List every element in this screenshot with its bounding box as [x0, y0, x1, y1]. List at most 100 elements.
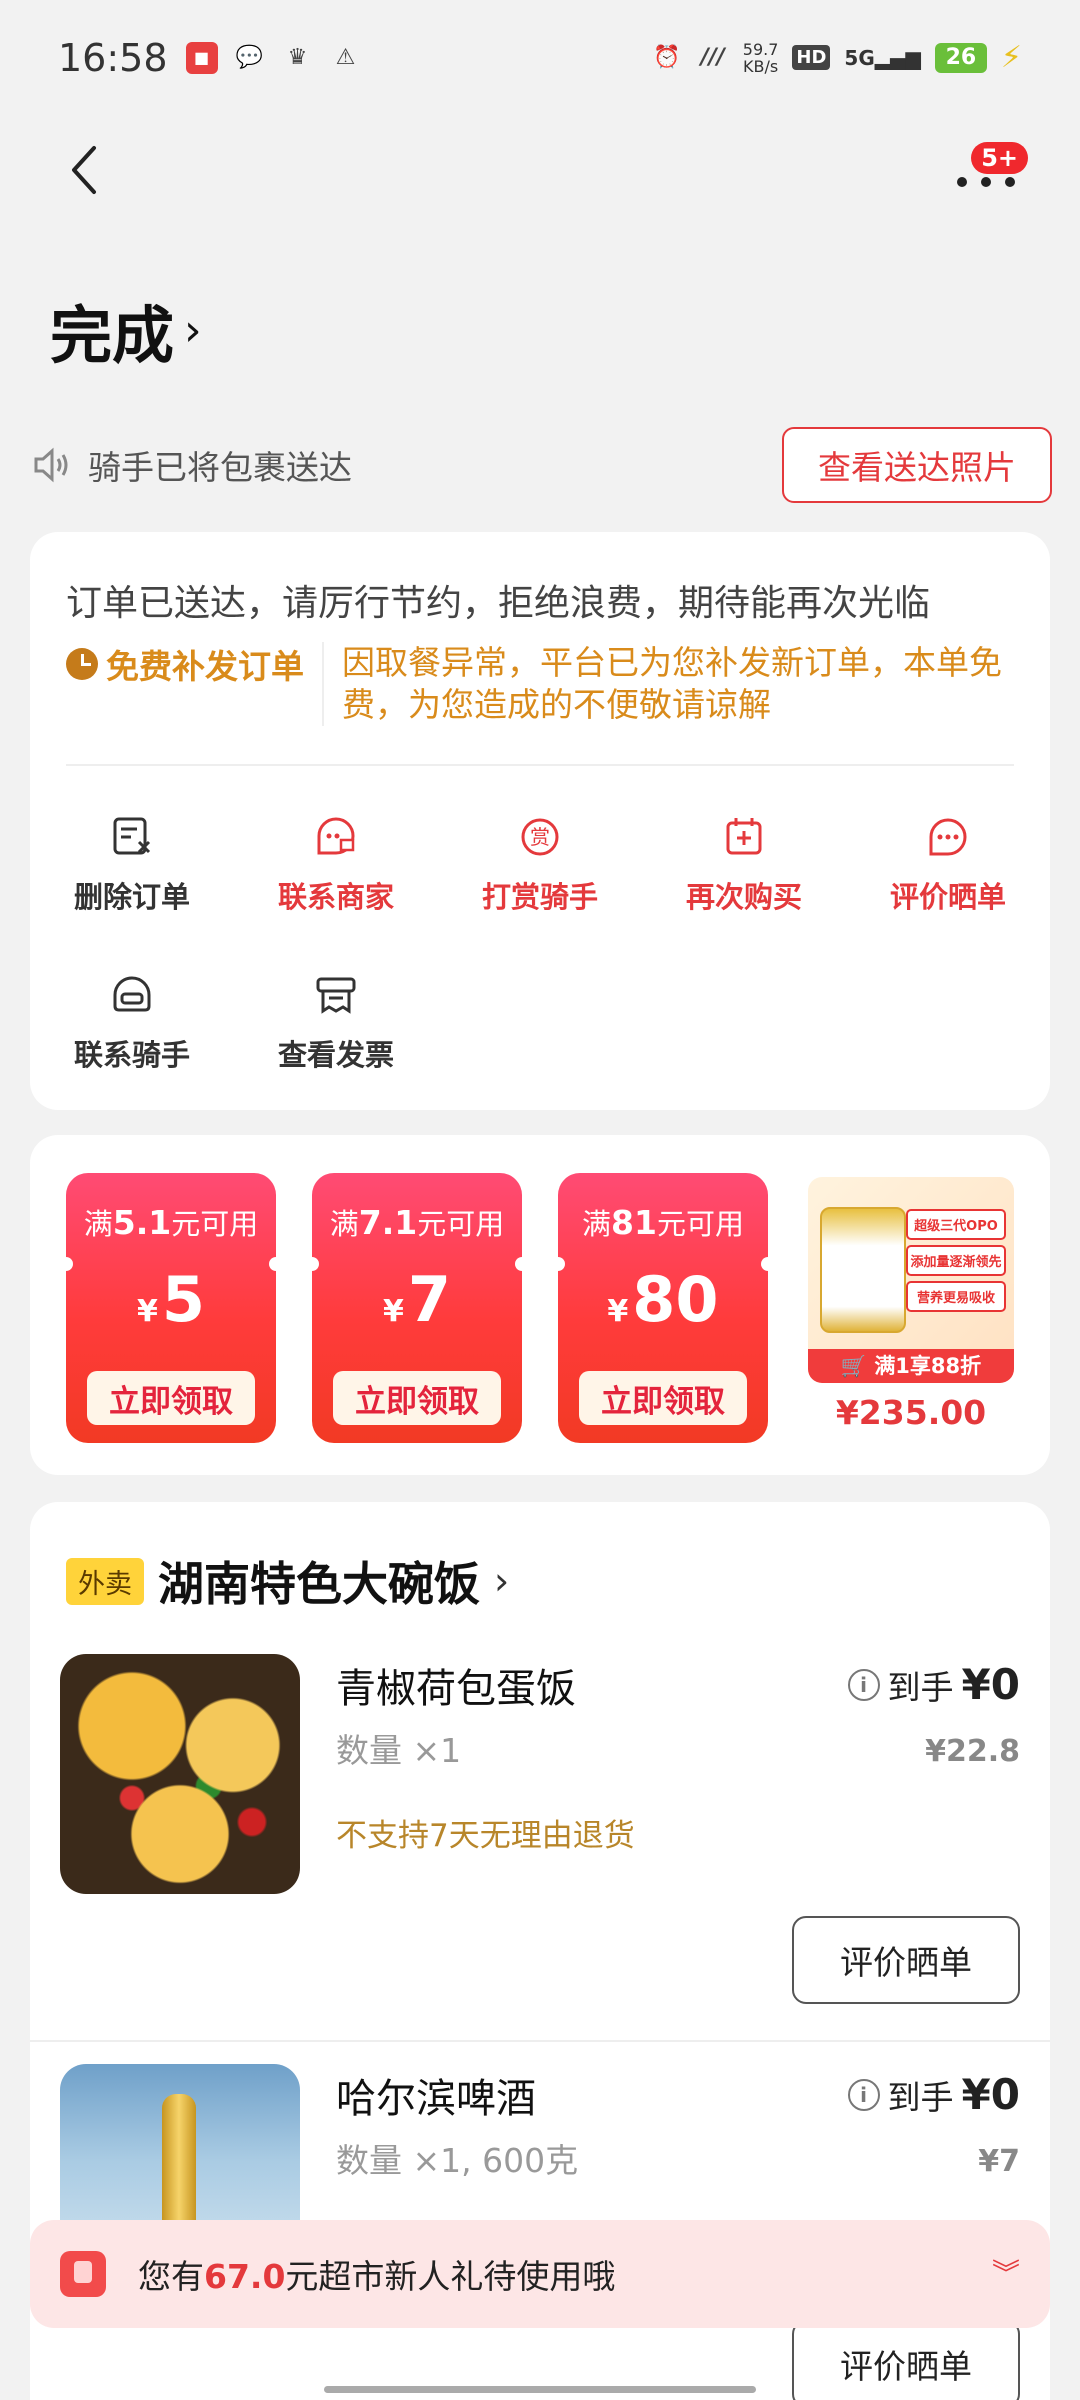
cart-icon: 🛒: [840, 1354, 867, 1378]
action-label: 打赏骑手: [481, 880, 598, 914]
order-info-card: 订单已送达，请厉行节约，拒绝浪费，期待能再次光临 免费补发订单 因取餐异常，平台…: [30, 532, 1050, 1110]
reissue-tag: 免费补发订单: [66, 642, 304, 686]
contact-shop-button[interactable]: 联系商家: [234, 812, 438, 932]
promo-tag: 超级三代OPO: [906, 1209, 1006, 1240]
item-name: 哈尔滨啤酒: [336, 2076, 536, 2122]
rider-message: 骑手已将包裹送达: [32, 441, 352, 489]
clock-icon: [66, 648, 98, 680]
promo-tag: 添加量逐渐领先: [906, 1245, 1006, 1276]
wechat-icon: 💬: [235, 45, 264, 70]
home-indicator[interactable]: [324, 2386, 756, 2393]
contact-rider-button[interactable]: 联系骑手: [30, 970, 234, 1090]
coupon-condition: 满5.1元可用: [83, 1203, 259, 1242]
review-order-button[interactable]: 评价晒单: [846, 812, 1050, 932]
signal-icon: 5G▂▄▆: [844, 45, 921, 70]
coupon-amount: ¥5: [136, 1263, 205, 1336]
crown-icon: ♛: [287, 45, 308, 70]
formula-can: [820, 1207, 906, 1333]
action-label: 评价晒单: [889, 880, 1006, 914]
promo-tags: 超级三代OPO 添加量逐渐领先 营养更易吸收: [906, 1209, 1006, 1312]
network-speed: 59.7 KB/s: [742, 39, 779, 76]
takeout-tag: 外卖: [66, 1557, 144, 1605]
rider-message-text: 骑手已将包裹送达: [88, 448, 352, 487]
item-original-price: ¥22.8: [925, 1734, 1020, 1769]
newcomer-gift-banner[interactable]: 您有67.0元超市新人礼待使用哦 ︾: [30, 2220, 1050, 2328]
notification-icons: ■ 💬 ♛ ⚠: [185, 41, 362, 74]
item-original-price: ¥7: [978, 2144, 1020, 2179]
coupon-amount: ¥80: [607, 1263, 719, 1336]
delivery-notice: 订单已送达，请厉行节约，拒绝浪费，期待能再次光临: [66, 583, 931, 624]
action-label: 查看发票: [277, 1038, 394, 1072]
order-item: 青椒荷包蛋饭 数量 ×1 不支持7天无理由退货 i 到手 ¥0 ¥22.8 评价晒…: [30, 1654, 1050, 2044]
nav-bar: 5+: [0, 120, 1080, 220]
item-quantity: 数量 ×1, 600克: [336, 2141, 579, 2180]
review-item-button[interactable]: 评价晒单: [792, 2320, 1020, 2400]
rebuy-button[interactable]: 再次购买: [642, 812, 846, 932]
coupon-card: 满5.1元可用 ¥5 立即领取 满7.1元可用 ¥7 立即领取 满81元可用 ¥…: [30, 1135, 1050, 1475]
double-chevron-down-icon[interactable]: ︾: [992, 2260, 1020, 2288]
divider: [66, 764, 1014, 766]
alarm-icon: ⏰: [653, 45, 681, 70]
action-label: 再次购买: [685, 880, 802, 914]
claim-coupon-button[interactable]: 立即领取: [579, 1371, 747, 1425]
notification-badge: 5+: [971, 142, 1028, 174]
reissue-notice: 免费补发订单 因取餐异常，平台已为您补发新订单，本单免费，为您造成的不便敬请谅解: [66, 642, 1016, 726]
item-image[interactable]: [60, 1654, 300, 1894]
rider-status-row: 骑手已将包裹送达 查看送达照片: [32, 425, 1052, 505]
info-icon[interactable]: i: [847, 1668, 880, 1701]
item-price: i 到手 ¥0: [847, 2070, 1020, 2119]
view-delivery-photo-button[interactable]: 查看送达照片: [782, 427, 1052, 503]
delete-order-icon: [113, 817, 151, 855]
action-label: 联系骑手: [73, 1038, 190, 1072]
view-invoice-button[interactable]: 查看发票: [234, 970, 438, 1090]
page-title: 完成: [50, 299, 175, 372]
divider: [30, 2040, 1050, 2042]
coupon[interactable]: 满5.1元可用 ¥5 立即领取: [66, 1173, 276, 1443]
claim-coupon-button[interactable]: 立即领取: [333, 1371, 501, 1425]
action-label: 联系商家: [277, 880, 394, 914]
gift-icon: [60, 2251, 106, 2297]
price-label: 到手: [887, 1667, 954, 1707]
item-name: 青椒荷包蛋饭: [336, 1666, 576, 1712]
price-label: 到手: [887, 2077, 954, 2117]
coupon-condition: 满81元可用: [582, 1203, 744, 1242]
coupon[interactable]: 满81元可用 ¥80 立即领取: [558, 1173, 768, 1443]
app-notification-icon: ■: [185, 41, 218, 74]
review-item-button[interactable]: 评价晒单: [792, 1916, 1020, 2004]
coupon[interactable]: 满7.1元可用 ¥7 立即领取: [312, 1173, 522, 1443]
action-label: 删除订单: [73, 880, 190, 914]
invoice-icon: [316, 977, 356, 1014]
coupon-amount: ¥7: [382, 1263, 451, 1336]
order-status-title[interactable]: 完成 ›: [50, 285, 202, 375]
order-actions: 删除订单 联系商家 赏 打赏骑手 再次购买 评价晒单 联系骑手 查看发票: [30, 812, 1050, 1090]
promo-price: ¥235.00: [835, 1393, 987, 1432]
status-bar: 16:58 ■ 💬 ♛ ⚠ ⏰ /// 59.7 KB/s HD 5G▂▄▆ 26…: [0, 0, 1080, 115]
price-value: ¥0: [961, 2070, 1020, 2119]
promo-discount: 🛒 满1享88折: [808, 1349, 1014, 1383]
back-icon[interactable]: [62, 142, 112, 198]
contact-shop-icon: [317, 817, 355, 855]
claim-coupon-button[interactable]: 立即领取: [87, 1371, 255, 1425]
svg-text:赏: 赏: [530, 825, 550, 849]
info-icon[interactable]: i: [847, 2078, 880, 2111]
shop-header[interactable]: 外卖 湖南特色大碗饭 ›: [66, 1548, 509, 1614]
banner-text: 您有67.0元超市新人礼待使用哦: [138, 2257, 616, 2296]
hd-icon: HD: [792, 45, 831, 70]
tip-rider-button[interactable]: 赏 打赏骑手: [438, 812, 642, 932]
promo-product-image[interactable]: 超级三代OPO 添加量逐渐领先 营养更易吸收 🛒 满1享88折: [808, 1177, 1014, 1383]
battery-icon: 26: [934, 42, 987, 73]
chevron-right-icon: ›: [494, 1559, 510, 1603]
tip-icon: 赏: [521, 818, 559, 856]
shop-name: 湖南特色大碗饭: [158, 1557, 480, 1611]
charging-icon: ⚡: [1000, 40, 1022, 75]
price-value: ¥0: [961, 1660, 1020, 1709]
more-button[interactable]: 5+: [948, 142, 1028, 198]
helmet-icon: [113, 976, 151, 1012]
chevron-right-icon: ›: [184, 304, 202, 356]
item-quantity: 数量 ×1: [336, 1731, 462, 1770]
return-policy-note: 不支持7天无理由退货: [336, 1818, 635, 1854]
delete-order-button[interactable]: 删除订单: [30, 812, 234, 932]
reissue-text: 因取餐异常，平台已为您补发新订单，本单免费，为您造成的不便敬请谅解: [322, 642, 1016, 726]
review-icon: [929, 818, 967, 856]
warning-icon: ⚠: [335, 45, 356, 70]
